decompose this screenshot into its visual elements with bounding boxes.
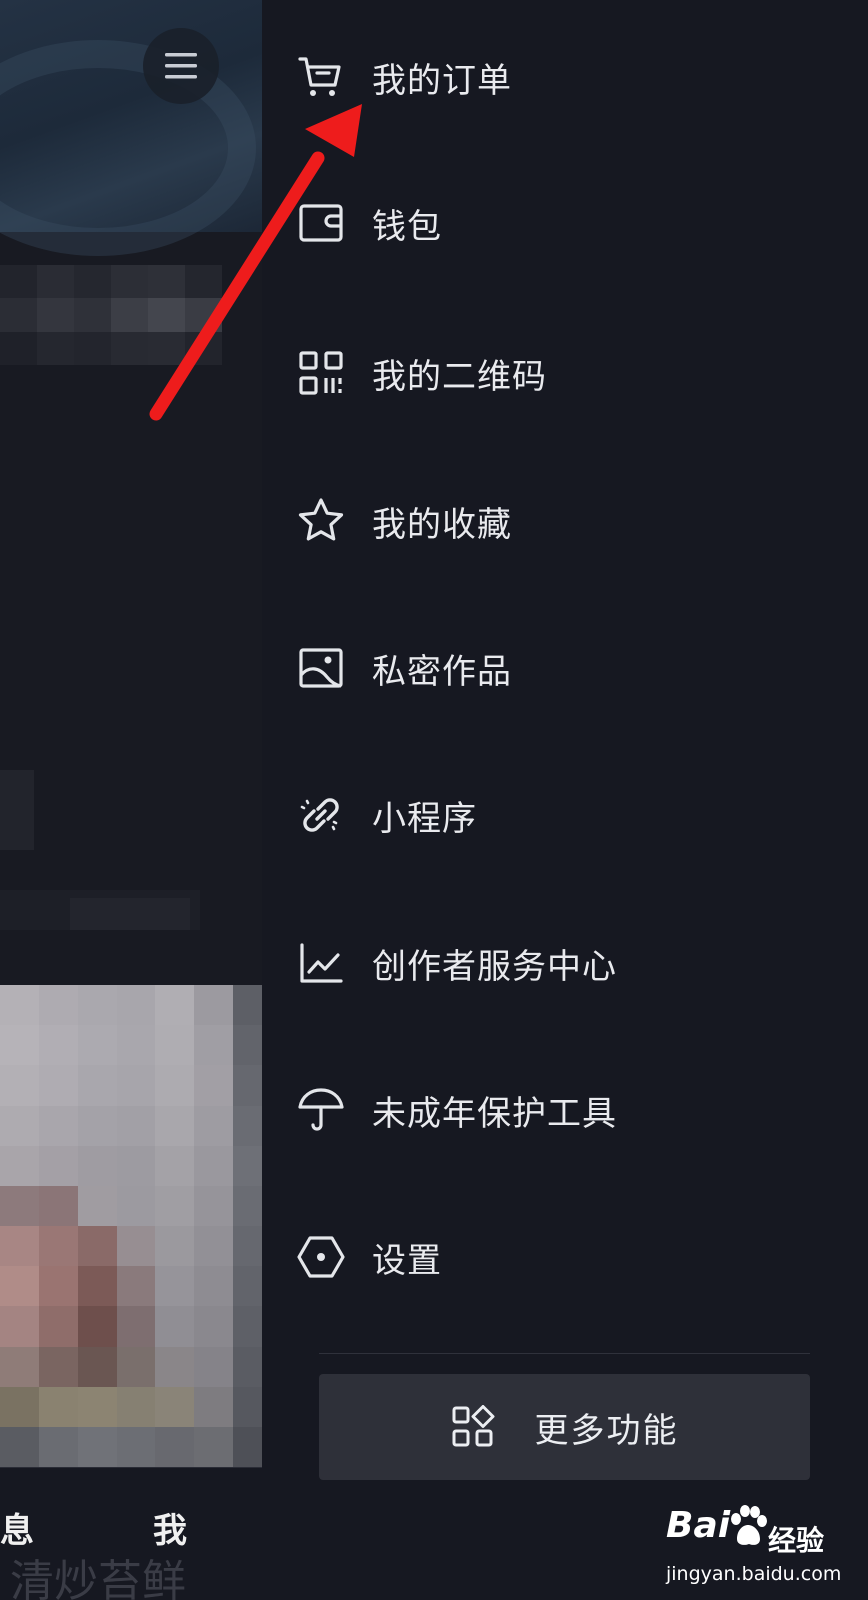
- pixelated-profile-info: [0, 265, 222, 365]
- wallet-icon: [296, 198, 346, 248]
- menu-item-label: 私密作品: [372, 651, 512, 692]
- menu-item-label: 未成年保护工具: [372, 1093, 617, 1134]
- menu-item-minor-protection[interactable]: 未成年保护工具: [296, 1055, 836, 1165]
- chart-icon: [296, 938, 346, 988]
- divider: [319, 1353, 810, 1354]
- menu-item-wallet[interactable]: 钱包: [296, 168, 836, 278]
- menu-item-label: 钱包: [372, 206, 442, 247]
- menu-item-qr-code[interactable]: 我的二维码: [296, 318, 836, 428]
- image-icon: [296, 643, 346, 693]
- qr-code-icon: [296, 348, 346, 398]
- watermark-logo: Bai: [666, 1505, 731, 1546]
- watermark-jingyan: 经验: [768, 1524, 825, 1557]
- hamburger-menu-button[interactable]: [143, 28, 219, 104]
- menu-item-label: 创作者服务中心: [372, 946, 617, 987]
- umbrella-icon: [296, 1085, 346, 1135]
- side-drawer-menu: 我的订单 钱包 我的二维码 我的收藏 私密作品 小程序 创作者服务中心 未成年保…: [262, 0, 868, 1600]
- more-features-label: 更多功能: [534, 1410, 679, 1451]
- star-icon: [296, 496, 346, 546]
- menu-item-label: 我的订单: [372, 60, 512, 101]
- background-profile-page: 息 我 清炒苔鲜: [0, 0, 262, 1600]
- paw-icon: [731, 1505, 767, 1545]
- menu-item-private-works[interactable]: 私密作品: [296, 613, 836, 723]
- menu-item-label: 我的收藏: [372, 504, 512, 545]
- watermark-url: jingyan.baidu.com: [666, 1563, 842, 1585]
- hexagon-settings-icon: [296, 1232, 346, 1282]
- more-features-button[interactable]: 更多功能: [319, 1374, 810, 1480]
- menu-item-creator-center[interactable]: 创作者服务中心: [296, 908, 836, 1018]
- baidu-jingyan-watermark: Bai 经验 jingyan.baidu.com: [666, 1505, 866, 1600]
- apps-icon: [452, 1405, 494, 1447]
- menu-item-orders[interactable]: 我的订单: [296, 22, 836, 132]
- menu-item-label: 小程序: [372, 798, 477, 839]
- menu-item-mini-programs[interactable]: 小程序: [296, 760, 836, 870]
- menu-item-favorites[interactable]: 我的收藏: [296, 466, 836, 576]
- menu-item-label: 我的二维码: [372, 356, 547, 397]
- cart-icon: [296, 52, 346, 102]
- ghost-caption-text: 清炒苔鲜: [10, 1556, 186, 1600]
- menu-item-label: 设置: [372, 1240, 442, 1281]
- menu-item-settings[interactable]: 设置: [296, 1202, 836, 1312]
- pixelated-video-thumbnail[interactable]: [0, 985, 262, 1467]
- profile-cover-image: [0, 0, 262, 256]
- link-icon: [296, 790, 346, 840]
- hamburger-icon: [165, 53, 197, 79]
